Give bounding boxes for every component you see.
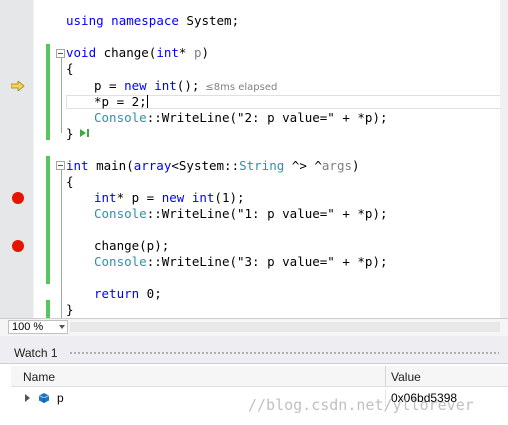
breakpoint-icon[interactable]: [12, 192, 24, 204]
glyph-margin[interactable]: [0, 0, 33, 318]
code-line-assign-new[interactable]: p = new int(); ≤8ms elapsed: [94, 78, 277, 94]
code-line-using[interactable]: using namespace System;: [66, 13, 239, 29]
code-line-brace[interactable]: }: [66, 126, 74, 142]
code-line-write-3[interactable]: Console::WriteLine("3: p value=" + *p);: [94, 254, 388, 270]
zoom-dropdown[interactable]: 100 %: [8, 320, 68, 334]
code-line-main-signature[interactable]: int main(array<System::String ^> ^args): [66, 158, 360, 174]
code-line-return[interactable]: return 0;: [94, 286, 162, 302]
editor-status-strip: 100 %: [0, 318, 508, 336]
watermark: //blog.csdn.net/yllorever: [248, 396, 474, 414]
breakpoint-icon[interactable]: [12, 240, 24, 252]
column-resizer[interactable]: [385, 366, 386, 387]
drag-grip[interactable]: [69, 351, 499, 356]
code-line-brace[interactable]: {: [66, 61, 74, 77]
horizontal-scrollbar[interactable]: [70, 322, 500, 332]
watch-column-header: Name Value: [11, 366, 508, 387]
vertical-scrollbar[interactable]: [500, 0, 508, 318]
code-line-call[interactable]: change(p);: [94, 238, 169, 254]
code-line-write-1[interactable]: Console::WriteLine("1: p value=" + *p);: [94, 206, 388, 222]
perf-tip[interactable]: ≤8ms elapsed: [205, 82, 277, 93]
code-line-assign-2[interactable]: *p = 2;: [94, 94, 148, 110]
text-caret: [146, 95, 148, 108]
variable-cube-icon: [38, 393, 50, 403]
run-to-click-icon[interactable]: [79, 128, 91, 138]
code-line-write-2[interactable]: Console::WriteLine("2: p value=" + *p);: [94, 110, 388, 126]
glyph-margin-separator: [33, 0, 34, 318]
code-line-brace[interactable]: }: [66, 302, 74, 318]
watch-title: Watch 1: [14, 346, 58, 360]
code-line-change-signature[interactable]: void change(int* p): [66, 45, 209, 61]
code-line-brace[interactable]: {: [66, 174, 74, 190]
change-tracking-bar: [46, 156, 50, 284]
expand-arrow-icon[interactable]: [25, 394, 30, 402]
collapse-icon[interactable]: [56, 49, 65, 58]
change-tracking-bar: [46, 44, 50, 140]
current-statement-arrow-icon: [11, 81, 25, 91]
code-editor[interactable]: using namespace System; void change(int*…: [0, 0, 508, 318]
outline-guide: [61, 169, 62, 318]
column-header-name[interactable]: Name: [23, 370, 55, 384]
code-line-declare[interactable]: int* p = new int(1);: [94, 190, 245, 206]
change-tracking-bar: [46, 300, 50, 318]
watch-title-bar[interactable]: Watch 1: [0, 342, 508, 364]
column-header-value[interactable]: Value: [391, 370, 421, 384]
chevron-down-icon: [59, 325, 65, 329]
collapse-icon[interactable]: [56, 161, 65, 170]
outline-guide: [61, 57, 62, 133]
watch-variable-name: p: [57, 391, 64, 405]
